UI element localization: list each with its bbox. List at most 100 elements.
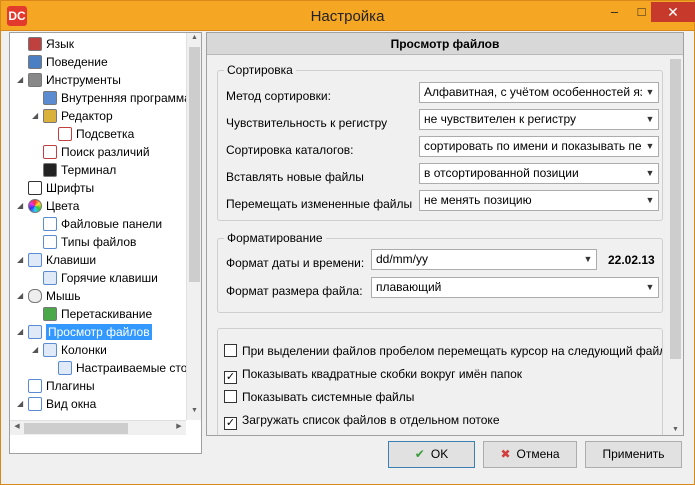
scroll-down-icon[interactable]: ▼ [668, 426, 683, 433]
tree-item-columns[interactable]: ◢ Колонки [32, 341, 107, 359]
tree-item-fonts[interactable]: Шрифты [28, 179, 94, 197]
book-icon [43, 91, 57, 105]
move-modified-files-select[interactable]: не менять позицию ▼ [419, 190, 659, 211]
tree-item-window-view[interactable]: ◢ Вид окна [17, 395, 96, 413]
tree-item-file-panels[interactable]: Файловые панели [43, 215, 162, 233]
expand-arrow-icon[interactable]: ◢ [17, 395, 23, 413]
checkbox-unchecked-icon[interactable] [224, 344, 237, 357]
window-view-icon [28, 397, 42, 411]
tree-item-hotkeys[interactable]: Горячие клавиши [43, 269, 158, 287]
cancel-button[interactable]: ✖ Отмена [483, 441, 577, 468]
minimize-button[interactable]: – [601, 2, 628, 22]
keyboard-icon [28, 253, 42, 267]
terminal-icon [43, 163, 57, 177]
checkbox-checked-icon[interactable]: ✓ [224, 371, 237, 384]
checkbox-space-moves-cursor[interactable]: При выделении файлов пробелом перемещать… [224, 343, 662, 361]
diff-icon [43, 145, 57, 159]
expand-arrow-icon[interactable]: ◢ [17, 287, 23, 305]
formatting-group: Форматирование [217, 231, 663, 313]
expand-arrow-icon[interactable]: ◢ [32, 341, 38, 359]
tree-vertical-scrollbar[interactable]: ▲ ▼ [186, 33, 201, 420]
checkbox-checked-icon[interactable]: ✓ [224, 417, 237, 430]
chevron-down-icon: ▼ [642, 278, 658, 297]
chevron-down-icon: ▼ [642, 110, 658, 129]
move-modified-files-label: Перемещать измененные файлы [226, 197, 413, 211]
tree-item-highlight[interactable]: Подсветка [58, 125, 134, 143]
tree-item-tools[interactable]: ◢ Инструменты [17, 71, 121, 89]
date-format-label: Формат даты и времени: [226, 256, 365, 270]
window-title: Настройка [310, 8, 385, 25]
scroll-left-icon[interactable]: ◀ [11, 422, 23, 430]
tree-horizontal-scroll-thumb[interactable] [24, 423, 128, 434]
case-sensitivity-select[interactable]: не чувствителен к регистру ▼ [419, 109, 659, 130]
cancel-x-icon: ✖ [500, 447, 511, 461]
tree-item-editor[interactable]: ◢ Редактор [32, 107, 113, 125]
panel-vertical-scrollbar[interactable]: ▼ [668, 55, 683, 435]
scroll-right-icon[interactable]: ▶ [173, 422, 185, 430]
mouse-icon [28, 289, 42, 303]
behavior-icon [28, 55, 42, 69]
dir-sorting-label: Сортировка каталогов: [226, 143, 354, 157]
panel-title: Просмотр файлов [207, 33, 683, 55]
chevron-down-icon: ▼ [642, 83, 658, 102]
tree-horizontal-scrollbar[interactable]: ◀ ▶ [10, 420, 186, 435]
close-button[interactable]: ✕ [651, 2, 695, 22]
dir-sorting-select[interactable]: сортировать по имени и показывать пе ▼ [419, 136, 659, 157]
expand-arrow-icon[interactable]: ◢ [17, 323, 23, 341]
sort-method-select[interactable]: Алфавитная, с учётом особенностей язы ▼ [419, 82, 659, 103]
ok-button[interactable]: ✔ OK [388, 441, 475, 468]
options-tree[interactable]: Язык Поведение ◢ Инструменты Внутренняя п… [9, 32, 202, 454]
apply-button[interactable]: Применить [585, 441, 682, 468]
tree-item-diff[interactable]: Поиск различий [43, 143, 150, 161]
checkmark-icon: ✔ [414, 447, 425, 461]
tree-viewport: Язык Поведение ◢ Инструменты Внутренняя п… [10, 33, 186, 420]
checkbox-load-in-thread[interactable]: ✓ Загружать список файлов в отдельном пот… [224, 412, 500, 430]
tree-item-internal-viewer[interactable]: Внутренняя программа [43, 89, 186, 107]
scroll-up-icon[interactable]: ▲ [187, 34, 201, 46]
case-sensitivity-label: Чувствительность к регистру [226, 116, 388, 130]
expand-arrow-icon[interactable]: ◢ [17, 71, 23, 89]
tree-item-terminal[interactable]: Терминал [43, 161, 116, 179]
chevron-down-icon: ▼ [642, 191, 658, 210]
file-size-format-select[interactable]: плавающий ▼ [371, 277, 659, 298]
panel-scroll-thumb[interactable] [670, 59, 681, 359]
title-bar: DC Настройка – □ ✕ [0, 0, 695, 31]
file-types-icon [43, 235, 57, 249]
chevron-down-icon: ▼ [580, 250, 596, 269]
editor-icon [43, 109, 57, 123]
highlight-icon [58, 127, 72, 141]
plugins-icon [28, 379, 42, 393]
chevron-down-icon: ▼ [642, 137, 658, 156]
tree-item-plugins[interactable]: Плагины [28, 377, 95, 395]
tree-item-colors[interactable]: ◢ Цвета [17, 197, 79, 215]
file-size-format-label: Формат размера файла: [226, 284, 363, 298]
dialog-body: Язык Поведение ◢ Инструменты Внутренняя п… [0, 31, 695, 485]
tree-vertical-scroll-thumb[interactable] [189, 47, 200, 282]
checkbox-unchecked-icon[interactable] [224, 390, 237, 403]
expand-arrow-icon[interactable]: ◢ [17, 251, 23, 269]
tree-item-custom-columns[interactable]: Настраиваемые столбцы [58, 359, 186, 377]
tree-item-drag-drop[interactable]: Перетаскивание [43, 305, 152, 323]
formatting-legend: Форматирование [227, 231, 323, 245]
expand-arrow-icon[interactable]: ◢ [32, 107, 38, 125]
expand-arrow-icon[interactable]: ◢ [17, 197, 23, 215]
insert-new-files-select[interactable]: в отсортированной позиции ▼ [419, 163, 659, 184]
checkbox-show-system-files[interactable]: Показывать системные файлы [224, 389, 414, 407]
tree-item-behavior[interactable]: Поведение [28, 53, 108, 71]
date-format-select[interactable]: dd/mm/yy ▼ [371, 249, 597, 270]
file-view-icon [28, 325, 42, 339]
options-checkbox-group: При выделении файлов пробелом перемещать… [217, 328, 663, 435]
font-icon [28, 181, 42, 195]
tree-item-file-view[interactable]: ◢ Просмотр файлов [17, 323, 152, 341]
date-format-sample: 22.02.13 [608, 253, 655, 267]
checkbox-square-brackets[interactable]: ✓ Показывать квадратные скобки вокруг имё… [224, 366, 522, 384]
scroll-down-icon[interactable]: ▼ [187, 407, 201, 419]
tree-item-keys[interactable]: ◢ Клавиши [17, 251, 96, 269]
tree-item-mouse[interactable]: ◢ Мышь [17, 287, 81, 305]
tools-icon [28, 73, 42, 87]
tree-item-language[interactable]: Язык [28, 35, 74, 53]
insert-new-files-label: Вставлять новые файлы [226, 170, 364, 184]
tree-item-file-types[interactable]: Типы файлов [43, 233, 136, 251]
custom-columns-icon [58, 361, 72, 375]
sort-method-label: Метод сортировки: [226, 89, 331, 103]
